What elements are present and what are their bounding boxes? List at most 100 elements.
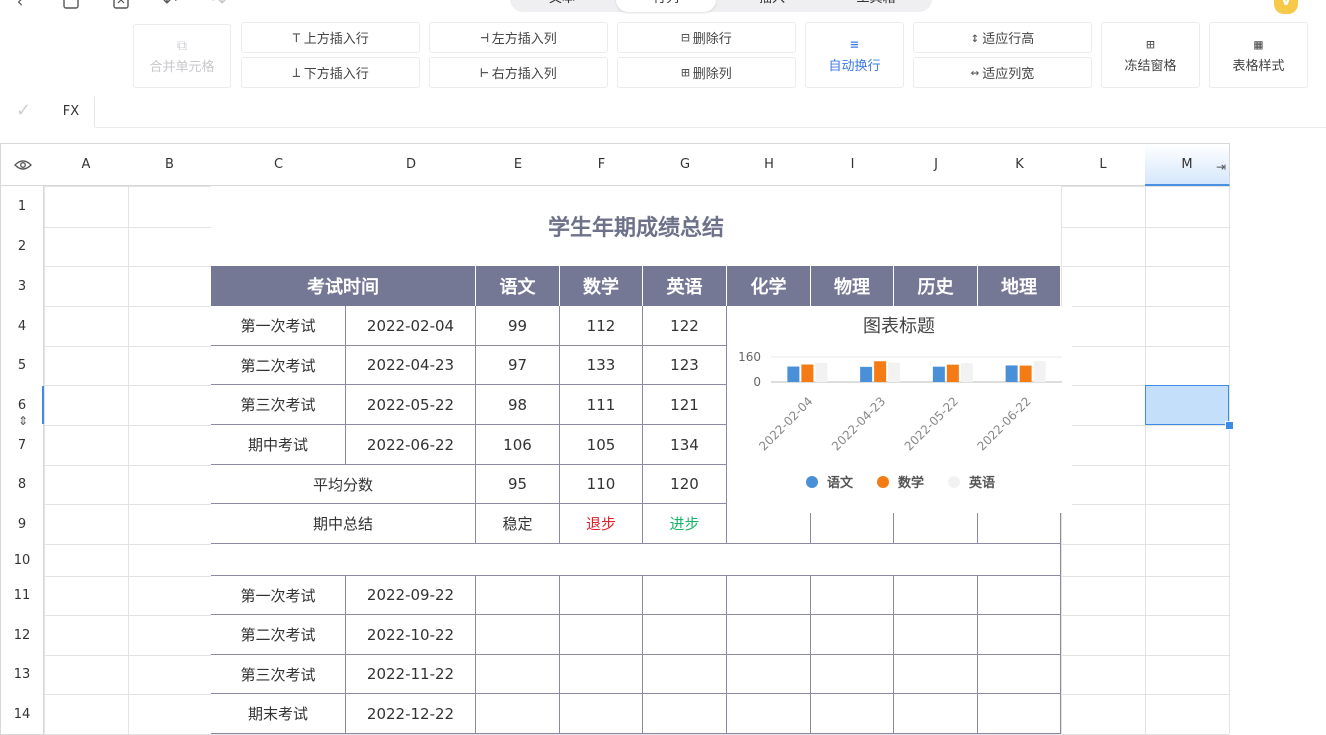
summary-cell[interactable]: 退步 [560,504,643,544]
tab-text[interactable]: 文本 [512,0,612,12]
column-header-A[interactable]: A [44,143,129,186]
score-cell[interactable] [978,615,1061,655]
score-cell[interactable] [894,576,978,615]
exam-name-cell[interactable]: 第三次考试 [211,655,346,694]
score-cell[interactable] [643,694,727,734]
exam-date-cell[interactable]: 2022-04-23 [346,346,476,385]
score-cell[interactable] [560,615,643,655]
row-header-2[interactable]: 2 [0,227,44,267]
row-header-5[interactable]: 5 [0,346,44,386]
exam-date-cell[interactable]: 2022-12-22 [346,694,476,734]
score-cell[interactable]: 112 [560,306,643,346]
col-resize-icon[interactable]: ⇥ [1216,160,1226,174]
score-cell[interactable] [811,615,894,655]
score-cell[interactable]: 111 [560,385,643,425]
fill-handle[interactable] [1225,421,1234,430]
score-cell[interactable] [894,615,978,655]
score-cell[interactable]: 133 [560,346,643,385]
score-cell[interactable] [894,655,978,694]
row-header-11[interactable]: 11 [0,576,44,616]
chart[interactable]: 图表标题 0 160 2022-02-04 2022-04-23 2022-05-22 2… [727,306,1072,513]
column-header-G[interactable]: G [643,143,728,186]
row-header-10[interactable]: 10 [0,544,44,577]
score-cell[interactable]: 97 [476,346,560,385]
fit-col-width-button[interactable]: ↔ 适应列宽 [913,57,1092,88]
exam-name-cell[interactable]: 第三次考试 [211,385,346,425]
column-header-C[interactable]: C [211,143,347,186]
exam-date-cell[interactable]: 2022-11-22 [346,655,476,694]
score-cell[interactable] [978,694,1061,734]
exam-name-cell[interactable]: 第二次考试 [211,615,346,655]
row-header-4[interactable]: 4 [0,306,44,347]
row-header-12[interactable]: 12 [0,615,44,656]
row-header-3[interactable]: 3 [0,266,44,307]
insert-col-right-button[interactable]: ⊢ 右方插入列 [429,57,608,88]
average-score-cell[interactable]: 110 [560,465,643,504]
row-header-13[interactable]: 13 [0,655,44,695]
score-cell[interactable] [476,694,560,734]
exam-name-cell[interactable]: 期末考试 [211,694,346,734]
score-cell[interactable] [560,694,643,734]
row-header-14[interactable]: 14 [0,694,44,735]
header-subject[interactable]: 数学 [560,266,643,306]
column-header-I[interactable]: I [811,143,895,186]
score-cell[interactable] [978,576,1061,615]
header-subject[interactable]: 语文 [476,266,560,306]
score-cell[interactable] [811,694,894,734]
auto-wrap-button[interactable]: ≡ 自动换行 [805,22,904,88]
score-cell[interactable] [476,615,560,655]
insert-col-left-button[interactable]: ⊣ 左方插入列 [429,22,608,53]
score-cell[interactable] [727,655,811,694]
save-as-icon[interactable] [111,0,131,12]
header-subject[interactable]: 英语 [643,266,727,306]
score-cell[interactable] [560,576,643,615]
confirm-check-icon[interactable]: ✓ [16,100,38,122]
column-header-D[interactable]: D [346,143,477,186]
column-header-H[interactable]: H [727,143,812,186]
row-header-9[interactable]: 9 [0,504,44,545]
undo-icon[interactable]: ↶ [160,0,180,12]
average-score-cell[interactable]: 120 [643,465,727,504]
tab-rows-cols[interactable]: 行列 [616,0,716,12]
exam-date-cell[interactable]: 2022-05-22 [346,385,476,425]
back-icon[interactable]: ‹ [10,0,30,12]
merge-cells-button[interactable]: ⧉ 合并单元格 [133,24,231,88]
exam-date-cell[interactable]: 2022-06-22 [346,425,476,465]
redo-icon[interactable]: ↷ [209,0,229,12]
sheet-title[interactable]: 学生年期成绩总结 [211,186,1061,266]
header-subject[interactable]: 地理 [978,266,1061,306]
score-cell[interactable] [811,576,894,615]
table-style-button[interactable]: ▦ 表格样式 [1209,22,1308,88]
column-header-K[interactable]: K [978,143,1062,186]
score-cell[interactable] [894,694,978,734]
exam-name-cell[interactable]: 期中考试 [211,425,346,465]
score-cell[interactable] [476,576,560,615]
score-cell[interactable]: 134 [643,425,727,465]
header-subject[interactable]: 物理 [811,266,894,306]
column-header-E[interactable]: E [476,143,561,186]
row-header-7[interactable]: 7 [0,425,44,466]
score-cell[interactable]: 121 [643,385,727,425]
freeze-panes-button[interactable]: ⊞ 冻结窗格 [1101,22,1200,88]
blank-row-cell[interactable] [211,544,1061,576]
insert-row-below-button[interactable]: ⊥ 下方插入行 [241,57,420,88]
score-cell[interactable]: 98 [476,385,560,425]
header-exam-time[interactable]: 考试时间 [211,266,476,306]
score-cell[interactable] [727,576,811,615]
row-header-8[interactable]: 8 [0,465,44,505]
save-icon[interactable] [61,0,81,12]
score-cell[interactable] [643,655,727,694]
score-cell[interactable] [727,615,811,655]
score-cell[interactable]: 123 [643,346,727,385]
exam-name-cell[interactable]: 第一次考试 [211,306,346,346]
column-header-F[interactable]: F [560,143,644,186]
average-label-cell[interactable]: 平均分数 [211,465,476,504]
fit-row-height-button[interactable]: ↕ 适应行高 [913,22,1092,53]
summary-label-cell[interactable]: 期中总结 [211,504,476,544]
selected-cell[interactable] [1145,385,1229,425]
exam-date-cell[interactable]: 2022-10-22 [346,615,476,655]
exam-name-cell[interactable]: 第一次考试 [211,576,346,615]
score-cell[interactable] [727,694,811,734]
score-cell[interactable] [811,655,894,694]
score-cell[interactable] [643,615,727,655]
